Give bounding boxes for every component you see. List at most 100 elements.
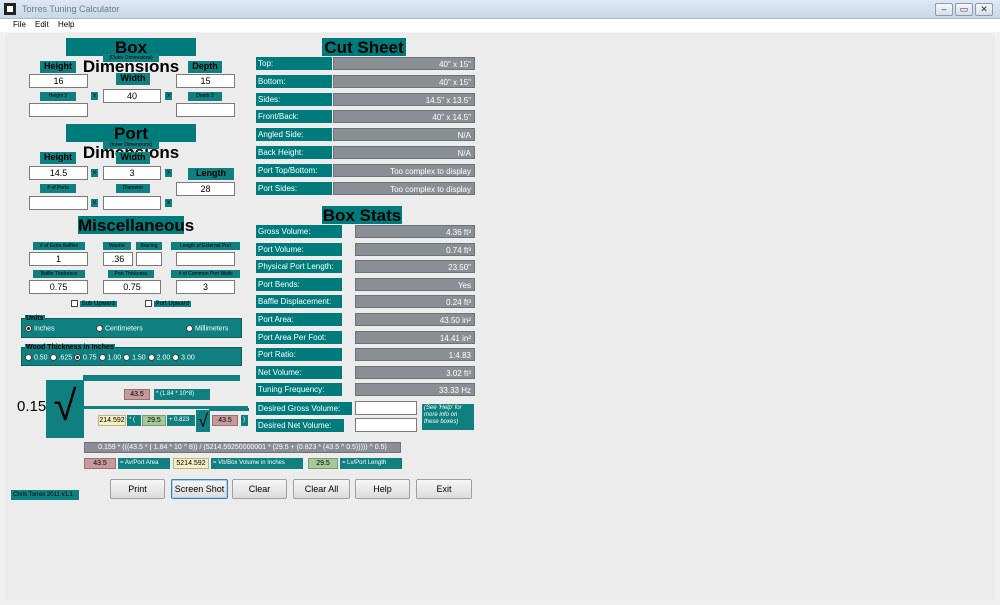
port-upward-checkbox[interactable]: Port Upward [145, 300, 192, 308]
sub-upward-checkbox[interactable]: Sub Upward [71, 300, 117, 308]
baffle-thickness-input[interactable]: 0.75 [29, 280, 88, 294]
cut-sheet-label: Port Top/Bottom: [256, 163, 332, 177]
misc-title: Miscellaneous [78, 216, 195, 235]
external-port-input[interactable] [176, 252, 235, 266]
port-upward-box[interactable] [145, 300, 152, 307]
port-x-3: x [91, 199, 98, 207]
port-upward-label: Port Upward [153, 301, 192, 308]
num-ports-input[interactable] [29, 196, 88, 210]
legend-lv-value: 29.5 [308, 458, 338, 469]
diameter-input[interactable] [103, 196, 161, 210]
screenshot-button[interactable]: Screen Shot [171, 479, 228, 499]
menu-help[interactable]: Help [58, 20, 74, 29]
menu-file[interactable]: File [13, 20, 26, 29]
menu-edit[interactable]: Edit [35, 20, 49, 29]
box-depth2-input[interactable] [176, 103, 235, 117]
common-walls-label: # of Common Port Walls [171, 270, 240, 278]
unit-mm-radio[interactable] [186, 325, 193, 332]
box-stat-value: 0.24 ft³ [355, 295, 475, 309]
sub-upward-box[interactable] [71, 300, 78, 307]
formula-paren: * ( [127, 415, 141, 426]
wood-300-radio[interactable] [172, 354, 180, 361]
clear-button[interactable]: Clear [232, 479, 287, 499]
bracing-input[interactable] [136, 252, 162, 266]
box-height-input[interactable]: 16 [29, 74, 88, 88]
port-width-input[interactable]: 3 [103, 166, 161, 180]
clear-all-button[interactable]: Clear All [293, 479, 350, 499]
port-thickness-input[interactable]: 0.75 [103, 280, 161, 294]
formula-plus: + 0.823 [167, 415, 195, 426]
common-walls-input[interactable]: 3 [176, 280, 235, 294]
port-length-input[interactable]: 28 [176, 182, 235, 196]
unit-inches-option[interactable]: Inches [25, 325, 55, 332]
wood-075-radio[interactable] [74, 354, 82, 361]
wood-150-label: 1.50 [132, 354, 146, 362]
box-width-input[interactable]: 40 [103, 89, 161, 103]
print-button[interactable]: Print [110, 479, 165, 499]
box-stat-value: 0.74 ft³ [355, 242, 475, 256]
woofer-input[interactable]: .36 [103, 252, 133, 266]
box-depth-label: Depth [188, 61, 222, 73]
wood-100-radio[interactable] [98, 354, 106, 361]
box-outer-note: (Outer Dimensions) [103, 54, 159, 62]
box-stat-label: Port Area Per Foot: [256, 330, 342, 344]
minimize-button[interactable]: – [935, 3, 953, 16]
cut-sheet-label: Back Height: [256, 146, 332, 159]
port-x-4: x [165, 199, 172, 207]
wood-625-label: .625 [58, 354, 73, 362]
cut-sheet-value: Too complex to display [333, 181, 475, 195]
formula-result: 0.15 [17, 398, 47, 415]
cut-sheet-label: Port Sides: [256, 181, 332, 195]
box-height2-input[interactable] [29, 103, 88, 117]
box-stat-label: Port Volume: [256, 242, 342, 256]
box-stat-value: Yes [355, 277, 475, 291]
maximize-button[interactable]: ▭ [955, 3, 973, 16]
diameter-label: Diameter [116, 184, 150, 193]
box-depth2-label: Depth 2 [188, 92, 222, 101]
cut-sheet-value: N/A [333, 146, 475, 159]
exit-button[interactable]: Exit [416, 479, 472, 499]
unit-cm-option[interactable]: Centimeters [96, 325, 143, 332]
box-stat-value: 23.50" [355, 260, 475, 274]
port-dimensions-title: Port Dimensions [66, 124, 196, 162]
unit-inches-label: Inches [33, 325, 55, 333]
unit-cm-radio[interactable] [96, 325, 103, 332]
port-inner-note: (Inner Dimensions) [103, 141, 159, 149]
desired-gross-input[interactable] [355, 401, 417, 415]
desired-gross-label: Desired Gross Volume: [256, 402, 352, 415]
wood-050-label: 0.50 [33, 354, 48, 362]
wood-thickness-options: 0.50 .625 0.75 1.00 1.50 2.00 3.00 [25, 354, 195, 361]
cut-sheet-value: 14.5" x 13.5" [333, 92, 475, 106]
close-button[interactable]: ✕ [975, 3, 993, 16]
cut-sheet-value: 40" x 14.5" [333, 110, 475, 124]
extra-baffles-input[interactable]: 1 [29, 252, 88, 266]
wood-200-radio[interactable] [147, 354, 155, 361]
desired-net-label: Desired Net Volume: [256, 419, 344, 432]
help-button[interactable]: Help [355, 479, 410, 499]
formula-close: ) [241, 415, 248, 426]
port-length-label: Length [188, 168, 234, 180]
legend-vb-value: 5214.592 [173, 458, 209, 469]
unit-mm-option[interactable]: Millimeters [186, 325, 228, 332]
unit-inches-radio[interactable] [25, 325, 32, 332]
wood-075-label: 0.75 [83, 354, 97, 362]
baffle-thickness-label: Baffle Thickness [33, 270, 85, 278]
wood-050-radio[interactable] [25, 354, 32, 361]
box-stat-label: Port Area: [256, 313, 342, 326]
woofer-label: Woofer [103, 242, 131, 250]
port-width-label: Width [116, 152, 150, 164]
window-title: Torres Tuning Calculator [22, 4, 120, 14]
wood-200-label: 2.00 [156, 354, 171, 362]
extra-baffles-label: # of Extra Baffles [33, 242, 85, 250]
formula-lv: 29.5 [142, 415, 166, 426]
wood-150-radio[interactable] [123, 354, 131, 361]
wood-100-label: 1.00 [107, 354, 122, 362]
port-height-input[interactable]: 14.5 [29, 166, 88, 180]
wood-625-radio[interactable] [49, 354, 57, 361]
formula-vb: 214.592 [98, 415, 126, 426]
wood-300-label: 3.00 [181, 354, 195, 362]
legend-lv-label: = Lv/Port Length [340, 458, 402, 469]
box-depth-input[interactable]: 15 [176, 74, 235, 88]
desired-net-input[interactable] [355, 418, 417, 432]
cut-sheet-value: Too complex to display [333, 163, 475, 177]
